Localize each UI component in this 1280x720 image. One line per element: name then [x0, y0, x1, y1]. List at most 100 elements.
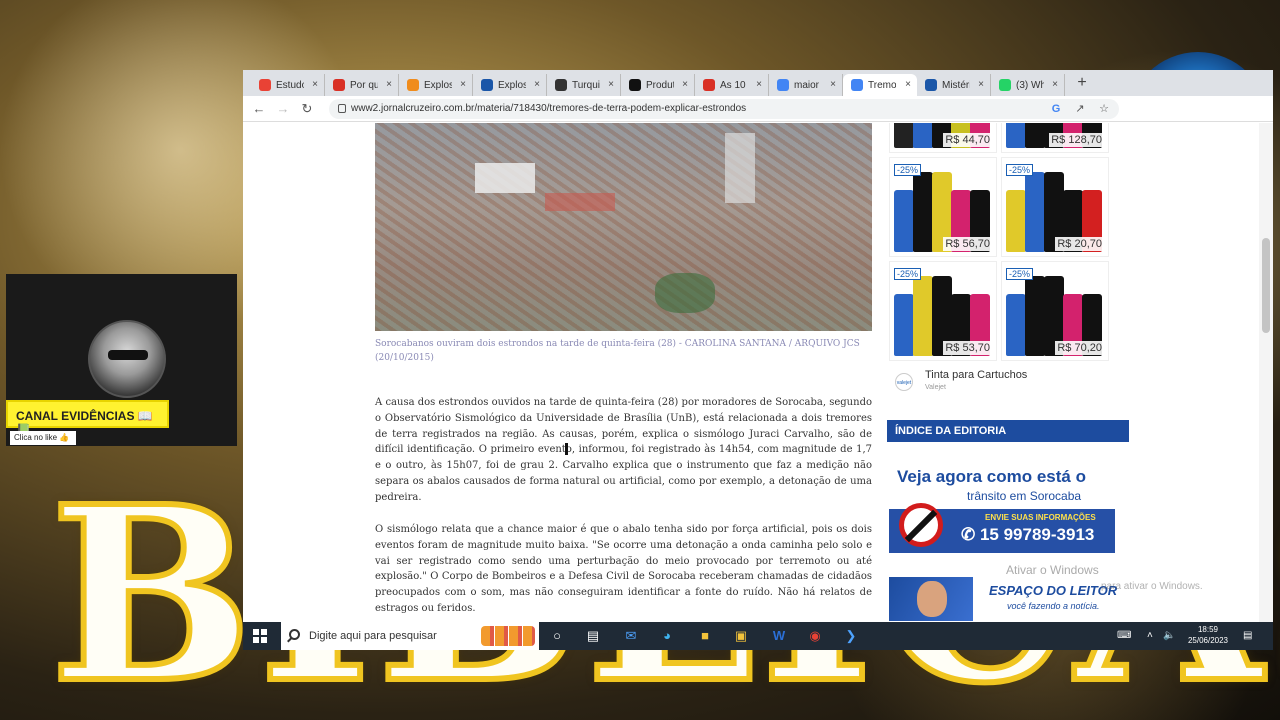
browser-tab[interactable]: (3) Wh × — [991, 74, 1065, 96]
whatsapp-icon — [999, 79, 1011, 91]
close-icon[interactable]: × — [756, 79, 762, 90]
article-paragraph: O sismólogo relata que a chance maior é … — [375, 524, 872, 614]
close-icon[interactable]: × — [682, 79, 688, 90]
word-icon[interactable]: W — [769, 626, 789, 646]
close-icon[interactable]: × — [460, 79, 466, 90]
arch-icon — [333, 79, 345, 91]
tab-title: Produto — [646, 79, 674, 91]
traffic-ad[interactable]: Veja agora como está o trânsito em Soroc… — [889, 463, 1115, 558]
windows-start-icon[interactable] — [253, 629, 267, 643]
browser-tab[interactable]: Tremores × — [843, 74, 917, 96]
browser-toolbar: ← → ↻ www2.jornalcruzeiro.com.br/materia… — [243, 96, 1273, 122]
product-ad[interactable]: -25% R$ 20,70 — [1001, 157, 1109, 257]
edge-icon[interactable]: ◕ — [657, 626, 677, 646]
browser-tab[interactable]: Estudo × — [251, 74, 325, 96]
close-icon[interactable]: × — [312, 79, 318, 90]
clock[interactable]: 18:59 25/06/2023 — [1183, 624, 1233, 646]
app-icon[interactable]: ❯ — [841, 626, 861, 646]
close-icon[interactable]: × — [386, 79, 392, 90]
e-icon — [407, 79, 419, 91]
c-icon — [703, 79, 715, 91]
ki-icon — [481, 79, 493, 91]
page-viewport: Sorocabanos ouviram dois estrondos na ta… — [243, 123, 1273, 622]
google-icon[interactable]: G — [1049, 102, 1063, 116]
tab-title: (3) Wh — [1016, 79, 1044, 91]
traffic-phone: ✆ 15 99789-3913 — [961, 525, 1094, 545]
whatsapp-icon: ✆ — [961, 525, 980, 544]
channel-name: CANAL EVIDÊNCIAS 📖📗 — [6, 400, 169, 437]
volume-icon[interactable]: 🔈 — [1163, 630, 1175, 641]
like-prompt: Clica no like 👍 — [10, 431, 76, 445]
leitor-ad[interactable]: ESPAÇO DO LEITOR você fazendo a notícia. — [889, 575, 1119, 622]
notification-icon[interactable]: ▤ — [1243, 630, 1252, 641]
ad-title[interactable]: Tinta para Cartuchos — [925, 369, 1027, 381]
tab-title: maior — [794, 79, 820, 91]
photo-caption: Sorocabanos ouviram dois estrondos na ta… — [375, 339, 860, 363]
browser-tab[interactable]: maior × — [769, 74, 843, 96]
flag-icon — [555, 79, 567, 91]
tab-title: Mistérios — [942, 79, 970, 91]
tab-strip: Estudo×Por que×Explosão×Explos×Turquia×P… — [243, 70, 1273, 96]
close-icon[interactable]: × — [905, 79, 911, 90]
close-icon[interactable]: × — [978, 79, 984, 90]
product-ad[interactable]: -25% R$ 70,20 — [1001, 261, 1109, 361]
price-label: R$ 20,70 — [1055, 237, 1104, 251]
clock-time: 18:59 — [1197, 625, 1219, 634]
product-ad[interactable]: -25% R$ 56,70 — [889, 157, 997, 257]
back-icon[interactable]: ← — [251, 101, 267, 117]
traffic-sign-icon — [899, 503, 943, 547]
store-icon[interactable]: ▣ — [731, 626, 751, 646]
chevron-up-icon[interactable]: ˄ — [1147, 630, 1153, 641]
clock-date: 25/06/2023 — [1187, 636, 1229, 645]
tab-title: Explos — [498, 79, 526, 91]
discount-badge: -25% — [1006, 268, 1034, 280]
phone-number: 15 99789-3913 — [979, 525, 1095, 544]
browser-tab[interactable]: As 10 × — [695, 74, 769, 96]
share-icon[interactable]: ↗ — [1073, 102, 1087, 116]
ad-brand-row[interactable]: valejet Tinta para Cartuchos Valejet — [895, 369, 1115, 399]
close-icon[interactable]: × — [830, 79, 836, 90]
taskbar: Digite aqui para pesquisar ○ ▤ ✉ ◕ ■ ▣ W… — [243, 622, 1273, 650]
cortana-icon[interactable]: ○ — [547, 626, 567, 646]
new-tab-icon[interactable]: + — [1071, 72, 1093, 94]
browser-tab[interactable]: Explos × — [473, 74, 547, 96]
close-icon[interactable]: × — [608, 79, 614, 90]
reload-icon[interactable]: ↻ — [299, 101, 315, 117]
url-text: www2.jornalcruzeiro.com.br/materia/71843… — [351, 103, 747, 114]
tab-title: Por que — [350, 79, 378, 91]
discount-badge: -25% — [894, 268, 922, 280]
taskbar-search[interactable]: Digite aqui para pesquisar — [281, 622, 539, 650]
chrome-icon[interactable]: ◉ — [805, 626, 825, 646]
product-ad[interactable]: -25% R$ 53,70 — [889, 261, 997, 361]
address-bar[interactable]: www2.jornalcruzeiro.com.br/materia/71843… — [329, 99, 1119, 119]
tab-title: Estudo — [276, 79, 304, 91]
avatar — [88, 320, 166, 398]
browser-tab[interactable]: Explosão × — [399, 74, 473, 96]
forward-icon[interactable]: → — [275, 101, 291, 117]
browser-tab[interactable]: Mistérios × — [917, 74, 991, 96]
scroll-thumb[interactable] — [1262, 238, 1270, 333]
mail-icon[interactable]: ✉ — [621, 626, 641, 646]
browser-tab[interactable]: Por que × — [325, 74, 399, 96]
editoria-header[interactable]: ÍNDICE DA EDITORIA — [887, 420, 1129, 442]
leitor-band — [889, 577, 973, 621]
article-photo — [375, 123, 872, 331]
traffic-envie: ENVIE SUAS INFORMAÇÕES — [985, 513, 1096, 522]
text-cursor-icon — [565, 443, 568, 455]
product-ad[interactable]: R$ 44,70 — [889, 123, 997, 153]
keyboard-icon[interactable]: ⌨ — [1117, 630, 1131, 641]
search-icon — [289, 629, 300, 640]
file-explorer-icon[interactable]: ■ — [695, 626, 715, 646]
tab-title: Tremores — [868, 79, 896, 91]
scrollbar[interactable] — [1259, 123, 1273, 622]
browser-tab[interactable]: Produto × — [621, 74, 695, 96]
close-icon[interactable]: × — [1052, 79, 1058, 90]
close-icon[interactable]: × — [534, 79, 540, 90]
product-ad-grid[interactable]: R$ 44,70 R$ 128,70 -25% R$ 56,70 -25% R$ 20,7… — [889, 123, 1112, 363]
bookmark-star-icon[interactable]: ☆ — [1097, 102, 1111, 116]
task-view-icon[interactable]: ▤ — [583, 626, 603, 646]
product-ad[interactable]: R$ 128,70 — [1001, 123, 1109, 153]
search-highlight-icon — [481, 626, 535, 646]
tab-title: As 10 — [720, 79, 746, 91]
browser-tab[interactable]: Turquia × — [547, 74, 621, 96]
